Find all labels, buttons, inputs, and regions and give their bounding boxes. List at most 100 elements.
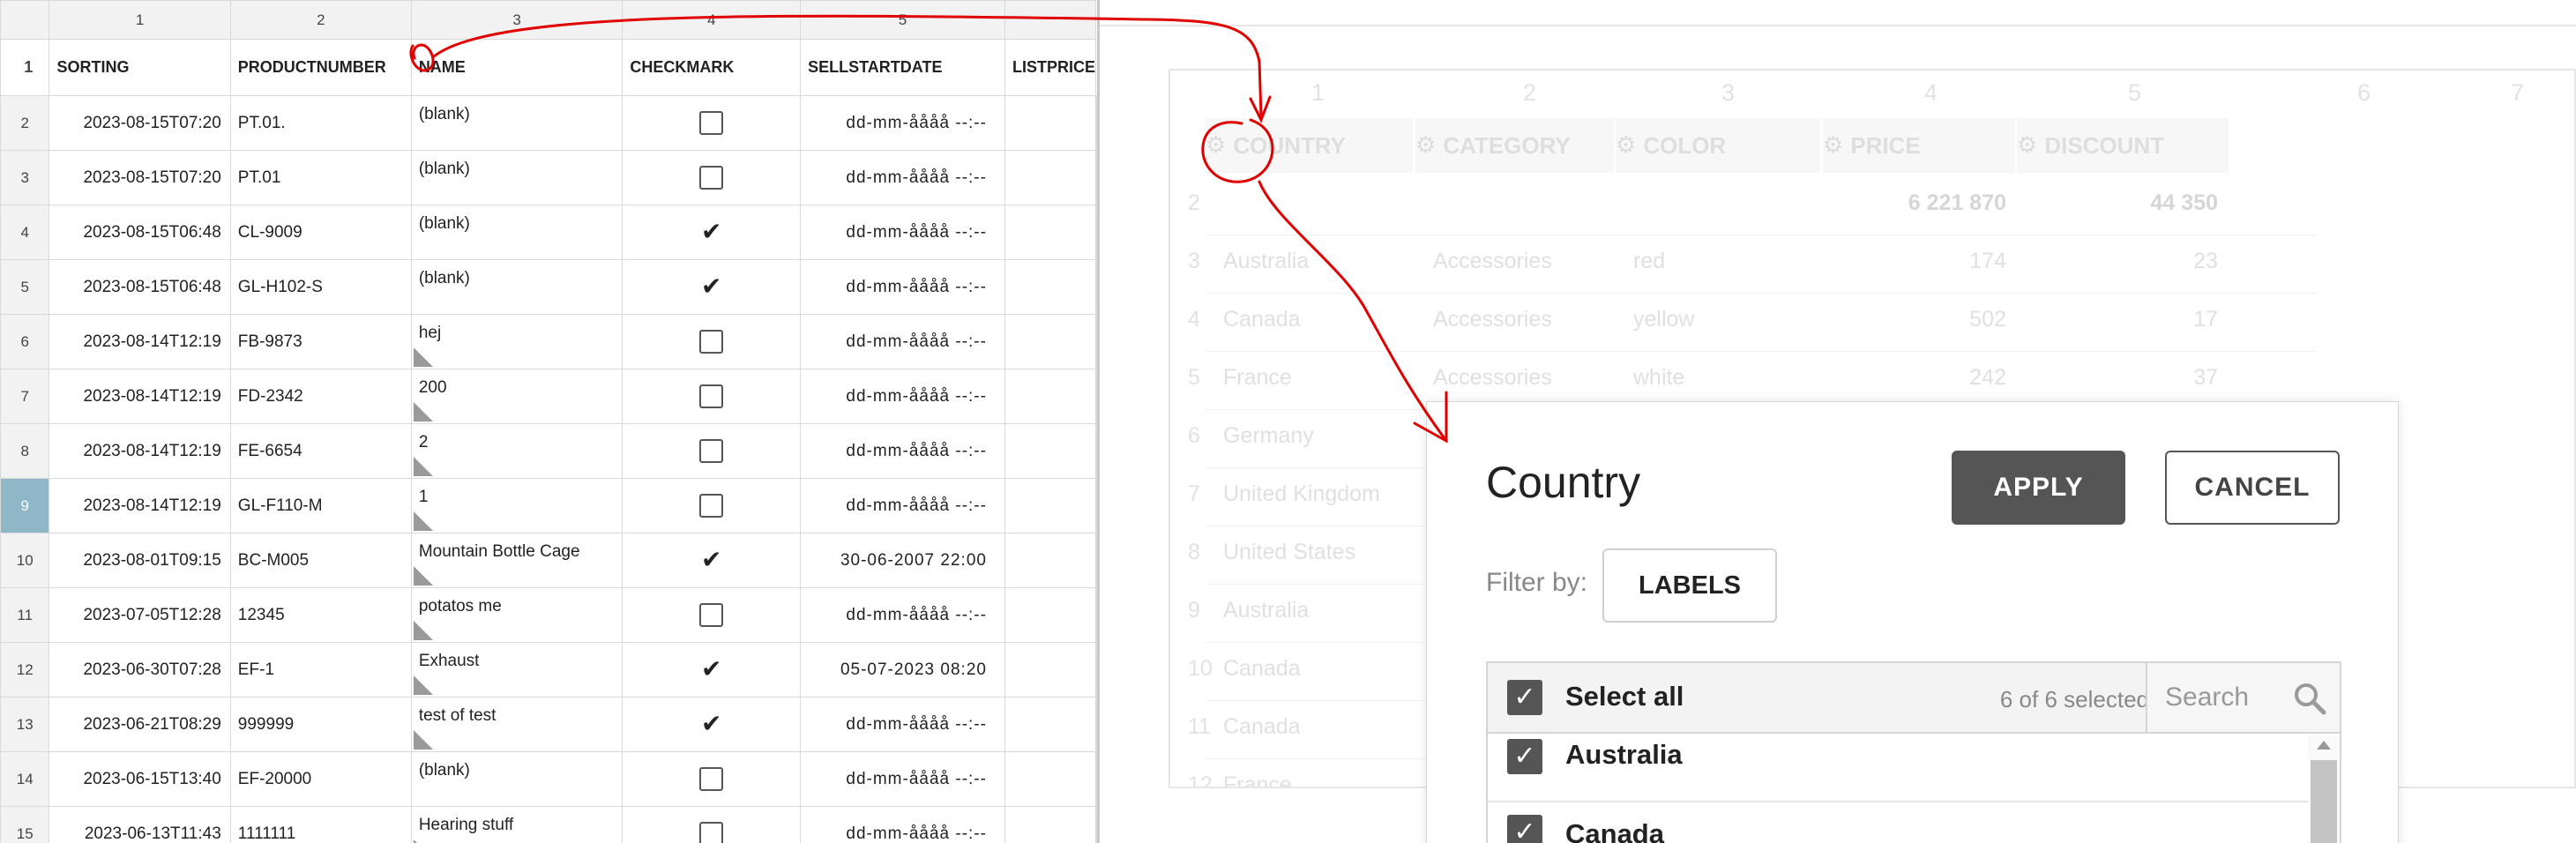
pivot-cell-country[interactable]: United Kingdom	[1223, 481, 1380, 507]
filter-item-checkbox[interactable]: ✓	[1507, 739, 1542, 774]
cell-name[interactable]: hej	[410, 314, 623, 369]
cell-productnumber[interactable]: EF-20000	[229, 751, 412, 807]
cell-name[interactable]: test of test	[410, 697, 623, 752]
cell-sellstartdate[interactable]: 05-07-2023 08:20	[800, 642, 1005, 698]
cell-sorting[interactable]: 2023-08-15T07:20	[49, 95, 231, 151]
column-header-sellstartdate[interactable]: SELLSTARTDATE	[800, 39, 1005, 96]
cell-listprice[interactable]	[1004, 533, 1097, 588]
cell-sorting[interactable]: 2023-06-15T13:40	[49, 751, 231, 807]
cell-sorting[interactable]: 2023-08-01T09:15	[49, 533, 231, 588]
table-row[interactable]: 9 2023-08-14T12:19 GL-F110-M 1 dd-mm-åååå --…	[0, 478, 1097, 533]
empty-checkbox[interactable]	[699, 767, 724, 791]
cell-productnumber[interactable]: 12345	[229, 587, 412, 643]
cell-name[interactable]: Mountain Bottle Cage	[410, 533, 623, 588]
cell-sellstartdate[interactable]: dd-mm-åååå --:--	[800, 95, 1005, 151]
table-row[interactable]: 15 2023-06-13T11:43 1111111 Hearing stuff dd…	[0, 806, 1097, 843]
cell-listprice[interactable]	[1004, 369, 1097, 424]
pivot-cell-category[interactable]: Accessories	[1433, 307, 1552, 332]
cell-listprice[interactable]	[1004, 642, 1097, 698]
cell-sellstartdate[interactable]: dd-mm-åååå --:--	[800, 205, 1005, 260]
pivot-total-discount[interactable]: 44 350	[2017, 190, 2218, 216]
pivot-cell-discount[interactable]: 37	[2017, 365, 2218, 391]
cell-checkmark[interactable]: ✔	[622, 533, 802, 588]
cell-sorting[interactable]: 2023-07-05T12:28	[49, 587, 231, 643]
cell-listprice[interactable]	[1004, 314, 1097, 369]
cell-checkmark[interactable]: ✔	[622, 642, 802, 698]
column-header-productnumber[interactable]: PRODUCTNUMBER	[229, 39, 412, 96]
cell-checkmark[interactable]	[622, 423, 802, 479]
cell-sorting[interactable]: 2023-08-14T12:19	[49, 369, 231, 424]
cell-sellstartdate[interactable]: dd-mm-åååå --:--	[800, 369, 1005, 424]
cell-sorting[interactable]: 2023-08-15T06:48	[49, 259, 231, 315]
cell-productnumber[interactable]: FE-6654	[229, 423, 412, 479]
pivot-cell-price[interactable]: 242	[1823, 365, 2006, 391]
search-input[interactable]	[2165, 679, 2289, 716]
column-number[interactable]: 4	[622, 0, 802, 40]
cell-listprice[interactable]	[1004, 697, 1097, 752]
column-number[interactable]	[1004, 0, 1097, 40]
cell-name[interactable]: 2	[410, 423, 623, 479]
empty-checkbox[interactable]	[699, 330, 724, 354]
column-number[interactable]: 5	[800, 0, 1005, 40]
labels-filter-button[interactable]: LABELS	[1602, 548, 1777, 623]
empty-checkbox[interactable]	[699, 822, 724, 843]
empty-checkbox[interactable]	[699, 439, 724, 463]
cell-checkmark[interactable]	[622, 478, 802, 533]
pivot-cell-country[interactable]: France	[1223, 772, 1292, 787]
cell-productnumber[interactable]: CL-9009	[229, 205, 412, 260]
row-number[interactable]: 2	[0, 95, 50, 151]
pivot-cell-country[interactable]: Australia	[1223, 249, 1309, 274]
cell-listprice[interactable]	[1004, 751, 1097, 807]
grid-corner[interactable]	[0, 0, 50, 40]
cell-listprice[interactable]	[1004, 806, 1097, 843]
column-header-name[interactable]: NAME	[410, 39, 623, 96]
row-number[interactable]: 12	[0, 642, 50, 698]
table-row[interactable]: 5 2023-08-15T06:48 GL-H102-S (blank) ✔ dd-mm-…	[0, 259, 1097, 315]
apply-button[interactable]: APPLY	[1952, 451, 2125, 525]
cell-name[interactable]: potatos me	[410, 587, 623, 643]
cell-name[interactable]: (blank)	[410, 751, 623, 807]
cell-checkmark[interactable]	[622, 751, 802, 807]
cell-sellstartdate[interactable]: dd-mm-åååå --:--	[800, 314, 1005, 369]
cell-sorting[interactable]: 2023-08-15T07:20	[49, 150, 231, 205]
cell-checkmark[interactable]	[622, 150, 802, 205]
pivot-field-country[interactable]: ⚙ COUNTRY	[1206, 118, 1413, 173]
checkmark-icon[interactable]: ✔	[701, 220, 721, 244]
row-number[interactable]: 1	[0, 39, 50, 96]
cell-name[interactable]: 1	[410, 478, 623, 533]
cell-sellstartdate[interactable]: 30-06-2007 22:00	[800, 533, 1005, 588]
cell-name[interactable]: (blank)	[410, 150, 623, 205]
table-row[interactable]: 3 2023-08-15T07:20 PT.01 (blank) dd-mm-åååå …	[0, 150, 1097, 205]
cell-name[interactable]: (blank)	[410, 205, 623, 260]
pivot-cell-price[interactable]: 502	[1823, 307, 2006, 332]
table-row[interactable]: 14 2023-06-15T13:40 EF-20000 (blank) dd-mm-å…	[0, 751, 1097, 807]
empty-checkbox[interactable]	[699, 166, 724, 190]
pivot-cell-color[interactable]: yellow	[1633, 307, 1694, 332]
row-number[interactable]: 5	[0, 259, 50, 315]
table-row[interactable]: 6 2023-08-14T12:19 FB-9873 hej dd-mm-åååå --…	[0, 314, 1097, 369]
row-number[interactable]: 10	[0, 533, 50, 588]
table-row[interactable]: 4 2023-08-15T06:48 CL-9009 (blank) ✔ dd-mm-åå…	[0, 205, 1097, 260]
cell-productnumber[interactable]: 999999	[229, 697, 412, 752]
table-row[interactable]: 10 2023-08-01T09:15 BC-M005 Mountain Bottle…	[0, 533, 1097, 588]
cell-name[interactable]: Hearing stuff	[410, 806, 623, 843]
cell-sorting[interactable]: 2023-08-14T12:19	[49, 314, 231, 369]
empty-checkbox[interactable]	[699, 384, 724, 408]
column-number[interactable]: 2	[229, 0, 412, 40]
row-number[interactable]: 11	[0, 587, 50, 643]
table-row[interactable]: 8 2023-08-14T12:19 FE-6654 2 dd-mm-åååå --:-…	[0, 423, 1097, 479]
pivot-total-price[interactable]: 6 221 870	[1823, 190, 2006, 216]
pivot-cell-category[interactable]: Accessories	[1433, 249, 1552, 274]
cell-productnumber[interactable]: EF-1	[229, 642, 412, 698]
cell-sorting[interactable]: 2023-06-30T07:28	[49, 642, 231, 698]
pivot-field-price[interactable]: ⚙ PRICE	[1823, 118, 2015, 173]
pivot-cell-country[interactable]: France	[1223, 365, 1292, 391]
cell-listprice[interactable]	[1004, 587, 1097, 643]
row-number[interactable]: 6	[0, 314, 50, 369]
cell-productnumber[interactable]: 1111111	[229, 806, 412, 843]
cell-checkmark[interactable]	[622, 95, 802, 151]
pivot-cell-category[interactable]: Accessories	[1433, 365, 1552, 391]
row-number[interactable]: 14	[0, 751, 50, 807]
cell-checkmark[interactable]	[622, 314, 802, 369]
pivot-cell-country[interactable]: Australia	[1223, 598, 1309, 623]
